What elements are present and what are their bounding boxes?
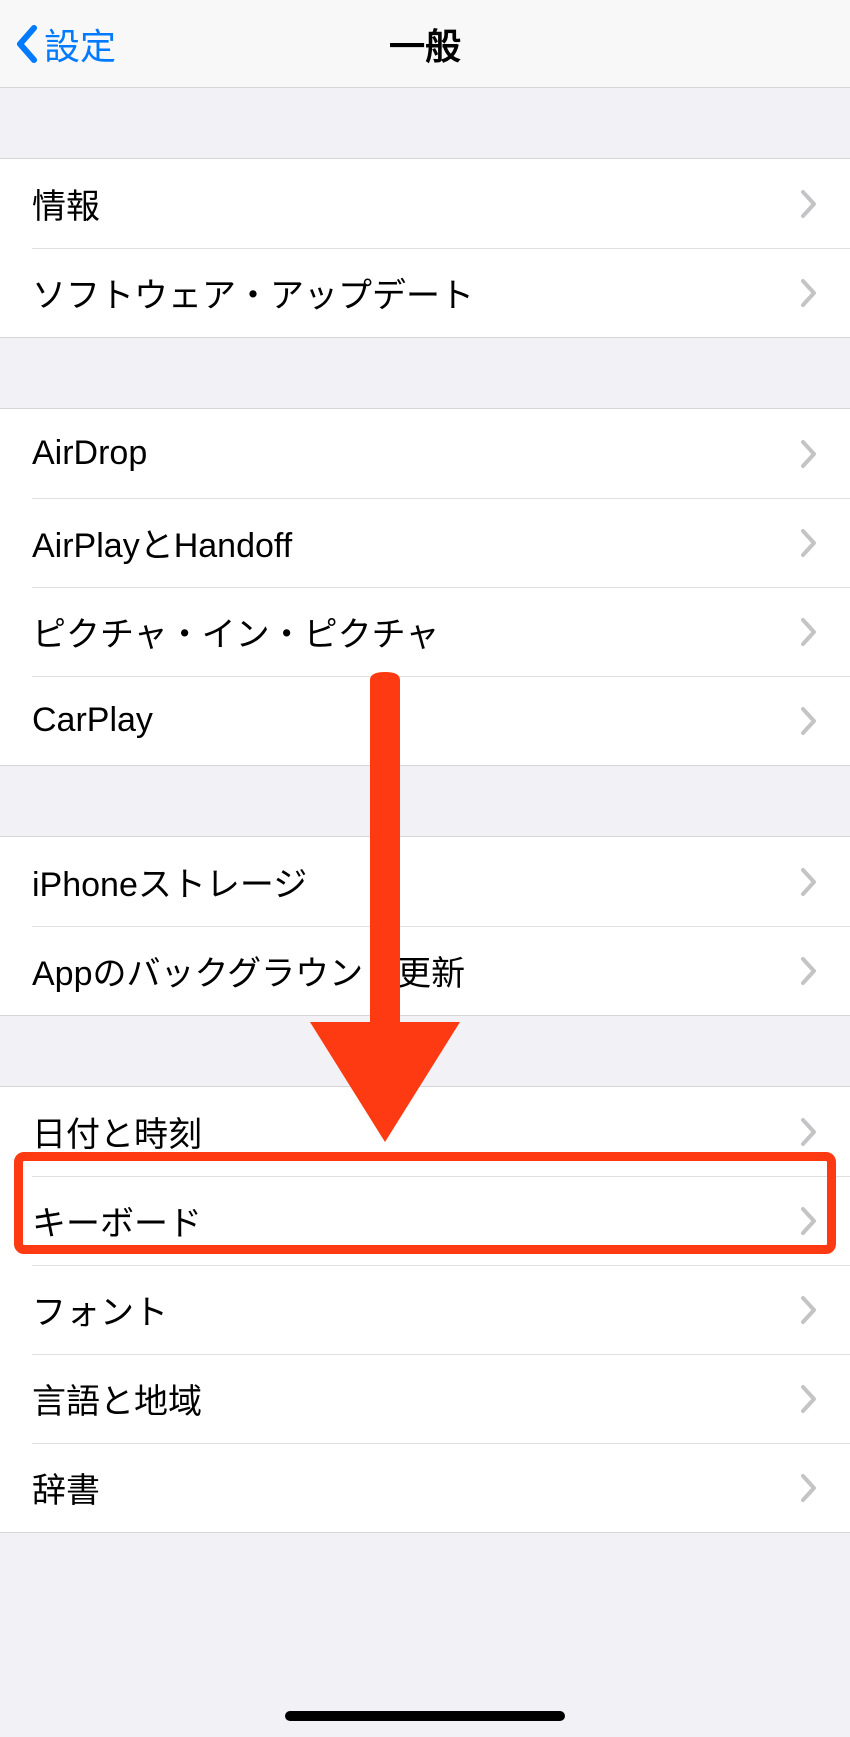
chevron-right-icon (800, 1295, 818, 1325)
row-background-app-refresh[interactable]: Appのバックグラウンド更新 (0, 926, 850, 1015)
section-gap (0, 88, 850, 158)
back-label: 設定 (44, 18, 116, 70)
row-fonts[interactable]: フォント (0, 1265, 850, 1354)
row-label: 情報 (32, 179, 100, 228)
chevron-right-icon (800, 706, 818, 736)
row-iphone-storage[interactable]: iPhoneストレージ (0, 837, 850, 926)
row-date-time[interactable]: 日付と時刻 (0, 1087, 850, 1176)
home-indicator (285, 1711, 565, 1721)
row-label: キーボード (32, 1196, 202, 1245)
chevron-right-icon (800, 1206, 818, 1236)
row-label: 言語と地域 (32, 1374, 202, 1423)
chevron-left-icon (14, 24, 38, 64)
nav-header: 設定 一般 (0, 0, 850, 88)
row-keyboard[interactable]: キーボード (0, 1176, 850, 1265)
row-label: 日付と時刻 (32, 1107, 202, 1156)
row-label: iPhoneストレージ (32, 857, 307, 906)
row-label: CarPlay (32, 701, 153, 740)
row-carplay[interactable]: CarPlay (0, 676, 850, 765)
chevron-right-icon (800, 1473, 818, 1503)
row-label: AirPlayとHandoff (32, 518, 292, 567)
row-label: ピクチャ・イン・ピクチャ (32, 607, 439, 656)
row-airplay-handoff[interactable]: AirPlayとHandoff (0, 498, 850, 587)
row-language-region[interactable]: 言語と地域 (0, 1354, 850, 1443)
settings-group-1: AirDrop AirPlayとHandoff ピクチャ・イン・ピクチャ Car… (0, 408, 850, 766)
chevron-right-icon (800, 867, 818, 897)
section-gap (0, 766, 850, 836)
row-info[interactable]: 情報 (0, 159, 850, 248)
chevron-right-icon (800, 617, 818, 647)
page-title: 一般 (0, 18, 850, 70)
row-label: ソフトウェア・アップデート (32, 268, 474, 317)
chevron-right-icon (800, 189, 818, 219)
chevron-right-icon (800, 1384, 818, 1414)
chevron-right-icon (800, 956, 818, 986)
row-label: 辞書 (32, 1463, 100, 1512)
settings-group-2: iPhoneストレージ Appのバックグラウンド更新 (0, 836, 850, 1016)
row-label: AirDrop (32, 434, 147, 473)
section-gap (0, 338, 850, 408)
chevron-right-icon (800, 1117, 818, 1147)
back-button[interactable]: 設定 (0, 0, 116, 87)
row-label: Appのバックグラウンド更新 (32, 946, 465, 995)
chevron-right-icon (800, 528, 818, 558)
settings-group-3: 日付と時刻 キーボード フォント 言語と地域 辞書 (0, 1086, 850, 1533)
row-picture-in-picture[interactable]: ピクチャ・イン・ピクチャ (0, 587, 850, 676)
row-software-update[interactable]: ソフトウェア・アップデート (0, 248, 850, 337)
chevron-right-icon (800, 278, 818, 308)
section-gap (0, 1016, 850, 1086)
row-label: フォント (32, 1285, 168, 1334)
row-dictionary[interactable]: 辞書 (0, 1443, 850, 1532)
row-airdrop[interactable]: AirDrop (0, 409, 850, 498)
chevron-right-icon (800, 439, 818, 469)
settings-group-0: 情報 ソフトウェア・アップデート (0, 158, 850, 338)
